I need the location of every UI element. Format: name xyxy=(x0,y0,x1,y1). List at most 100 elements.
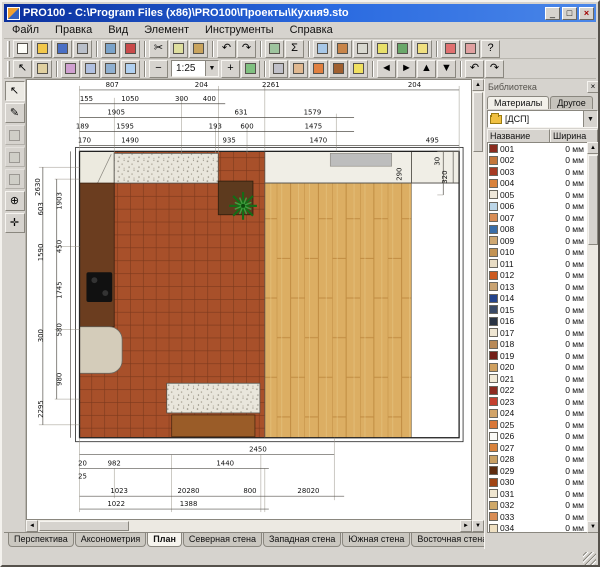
print-button[interactable] xyxy=(73,40,92,58)
material-row[interactable]: 0010 мм xyxy=(488,143,587,155)
resize-grip[interactable] xyxy=(583,552,596,565)
light-button[interactable] xyxy=(349,60,368,78)
material-row[interactable]: 0220 мм xyxy=(488,385,587,397)
move-right-button[interactable]: ► xyxy=(397,60,416,78)
wall-tool-button[interactable] xyxy=(5,125,25,145)
print-preview-button[interactable] xyxy=(101,40,120,58)
show-grid-button[interactable] xyxy=(353,40,372,58)
pan-tool-button[interactable]: ✛ xyxy=(5,213,25,233)
minimize-button[interactable]: _ xyxy=(545,7,560,20)
zoom-window-button[interactable] xyxy=(241,60,260,78)
material-row[interactable]: 0200 мм xyxy=(488,362,587,374)
new-file-button[interactable] xyxy=(13,40,32,58)
tab-east-wall[interactable]: Восточная стена xyxy=(411,533,493,547)
group-button[interactable] xyxy=(265,40,284,58)
zoom-tool-button[interactable]: ⊕ xyxy=(5,191,25,211)
help-button[interactable]: ? xyxy=(481,40,500,58)
pencil-tool-button[interactable]: ✎ xyxy=(5,103,25,123)
price-list-button[interactable]: Σ xyxy=(285,40,304,58)
sink-cabinet[interactable] xyxy=(80,327,123,374)
move-up-button[interactable]: ▲ xyxy=(417,60,436,78)
material-folder-select[interactable]: [ДСП] ▼ xyxy=(487,110,598,128)
show-lights-button[interactable] xyxy=(413,40,432,58)
rotate-left-button[interactable]: ↶ xyxy=(465,60,484,78)
material-row[interactable]: 0260 мм xyxy=(488,431,587,443)
material-row[interactable]: 0280 мм xyxy=(488,454,587,466)
perspective-view-button[interactable] xyxy=(61,60,80,78)
tab-perspective[interactable]: Перспектива xyxy=(8,533,74,547)
material-row[interactable]: 0070 мм xyxy=(488,212,587,224)
bench[interactable] xyxy=(167,383,260,413)
material-fill-button[interactable] xyxy=(441,40,460,58)
text-tool-button[interactable] xyxy=(5,169,25,189)
library-close-button[interactable]: × xyxy=(587,81,599,93)
cooktop[interactable] xyxy=(86,272,112,302)
canvas-horizontal-scrollbar[interactable]: ◄ ► xyxy=(26,520,472,532)
menu-element[interactable]: Элемент xyxy=(136,23,197,37)
textures-button[interactable] xyxy=(329,60,348,78)
material-row[interactable]: 0050 мм xyxy=(488,189,587,201)
scroll-up-icon[interactable]: ▲ xyxy=(472,79,484,91)
plant-icon[interactable] xyxy=(229,192,257,220)
scroll-right-icon[interactable]: ► xyxy=(460,520,472,532)
select-tool-button[interactable]: ↖ xyxy=(5,81,25,101)
material-row[interactable]: 0080 мм xyxy=(488,224,587,236)
scroll-down-icon[interactable]: ▼ xyxy=(472,520,484,532)
show-dimensions-button[interactable] xyxy=(373,40,392,58)
material-row[interactable]: 0100 мм xyxy=(488,247,587,259)
material-edit-button[interactable] xyxy=(461,40,480,58)
material-row[interactable]: 0310 мм xyxy=(488,488,587,500)
zoom-in-button[interactable]: + xyxy=(221,60,240,78)
move-left-button[interactable]: ◄ xyxy=(377,60,396,78)
material-row[interactable]: 0180 мм xyxy=(488,339,587,351)
sketch-button[interactable] xyxy=(289,60,308,78)
material-row[interactable]: 0170 мм xyxy=(488,327,587,339)
wall-view-button[interactable] xyxy=(121,60,140,78)
material-row[interactable]: 0020 мм xyxy=(488,155,587,167)
library-tab-materials[interactable]: Материалы xyxy=(487,96,549,109)
material-row[interactable]: 0290 мм xyxy=(488,465,587,477)
zoom-dropdown-arrow-icon[interactable]: ▼ xyxy=(205,61,218,76)
canvas-vertical-scrollbar[interactable]: ▲ ▼ xyxy=(472,79,484,532)
zoom-level-select[interactable]: 1:25 ▼ xyxy=(171,60,219,77)
material-row[interactable]: 0250 мм xyxy=(488,419,587,431)
material-row[interactable]: 0240 мм xyxy=(488,408,587,420)
material-row[interactable]: 0340 мм xyxy=(488,523,587,534)
drawing-canvas[interactable]: 8072042261204155105030040019056311579189… xyxy=(26,79,472,520)
open-file-button[interactable] xyxy=(33,40,52,58)
scrollbar-thumb[interactable] xyxy=(588,155,598,245)
show-textures-button[interactable] xyxy=(393,40,412,58)
tab-plan[interactable]: План xyxy=(147,533,182,547)
material-row[interactable]: 0060 мм xyxy=(488,201,587,213)
render-button[interactable] xyxy=(121,40,140,58)
wood-floor[interactable] xyxy=(265,151,412,437)
scroll-up-icon[interactable]: ▲ xyxy=(587,142,599,154)
menu-edit[interactable]: Правка xyxy=(47,23,100,37)
copy-button[interactable] xyxy=(169,40,188,58)
toolbar-grip[interactable] xyxy=(7,41,10,57)
show-walls-button[interactable] xyxy=(313,40,332,58)
material-row[interactable]: 0040 мм xyxy=(488,178,587,190)
show-floor-button[interactable] xyxy=(333,40,352,58)
cut-button[interactable]: ✂ xyxy=(149,40,168,58)
material-row[interactable]: 0090 мм xyxy=(488,235,587,247)
scroll-down-icon[interactable]: ▼ xyxy=(587,521,599,533)
undo-button[interactable]: ↶ xyxy=(217,40,236,58)
right-cabinet[interactable] xyxy=(412,151,460,183)
element-tool-button[interactable] xyxy=(5,147,25,167)
material-row[interactable]: 0030 мм xyxy=(488,166,587,178)
close-button[interactable]: × xyxy=(579,7,594,20)
material-row[interactable]: 0330 мм xyxy=(488,511,587,523)
material-row[interactable]: 0130 мм xyxy=(488,281,587,293)
plan-view-button[interactable] xyxy=(101,60,120,78)
redo-button[interactable]: ↷ xyxy=(237,40,256,58)
material-row[interactable]: 0300 мм xyxy=(488,477,587,489)
menu-view[interactable]: Вид xyxy=(100,23,136,37)
colors-button[interactable] xyxy=(309,60,328,78)
table[interactable] xyxy=(172,415,255,437)
menu-help[interactable]: Справка xyxy=(282,23,341,37)
left-counter[interactable] xyxy=(80,183,115,327)
zoom-out-button[interactable]: − xyxy=(149,60,168,78)
material-row[interactable]: 0210 мм xyxy=(488,373,587,385)
material-row[interactable]: 0140 мм xyxy=(488,293,587,305)
